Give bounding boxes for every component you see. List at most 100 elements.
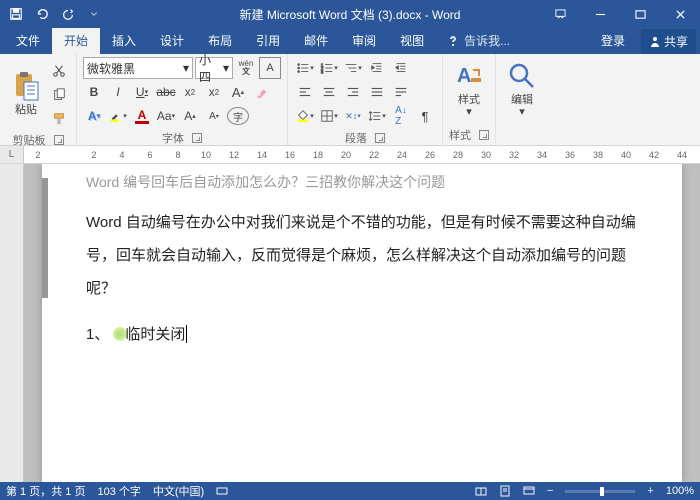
share-label: 共享	[664, 33, 688, 50]
sort-icon[interactable]: A↓Z	[390, 105, 412, 127]
svg-text:3: 3	[321, 69, 324, 74]
show-marks-icon[interactable]: ¶	[414, 105, 436, 127]
styles-label: 样式	[458, 94, 480, 106]
tab-review[interactable]: 审阅	[340, 27, 388, 54]
vertical-ruler[interactable]	[0, 164, 24, 482]
tab-design[interactable]: 设计	[148, 27, 196, 54]
redo-icon[interactable]	[56, 2, 80, 26]
save-icon[interactable]	[4, 2, 28, 26]
zoom-out-icon[interactable]: −	[547, 485, 553, 497]
tell-me[interactable]: 告诉我...	[436, 27, 522, 54]
multilevel-icon[interactable]: ▾	[342, 57, 364, 79]
tab-references[interactable]: 引用	[244, 27, 292, 54]
decrease-indent-icon[interactable]	[366, 57, 388, 79]
borders-icon[interactable]: ▾	[318, 105, 340, 127]
font-size-combo[interactable]: 小四▾	[195, 57, 233, 79]
close-icon[interactable]	[660, 0, 700, 28]
zoom-value[interactable]: 100%	[666, 485, 694, 497]
tab-insert[interactable]: 插入	[100, 27, 148, 54]
status-lang[interactable]: 中文(中国)	[153, 483, 204, 499]
line-spacing-icon[interactable]: ▾	[366, 105, 388, 127]
format-painter-icon[interactable]	[48, 108, 70, 130]
grow-font2-icon[interactable]: A▴	[179, 105, 201, 127]
ribbon-tabs: 文件 开始 插入 设计 布局 引用 邮件 审阅 视图 告诉我... 登录 共享	[0, 28, 700, 54]
tab-layout[interactable]: 布局	[196, 27, 244, 54]
editing-button[interactable]: 编辑▾	[502, 56, 542, 122]
tab-home[interactable]: 开始	[52, 27, 100, 54]
ruler-ticks: 2246810121416182022242628303234363840424…	[24, 146, 700, 163]
grow-font-icon[interactable]: A▴	[227, 81, 249, 103]
page[interactable]: Word 编号回车后自动添加怎么办？三招教你解决这个问题 Word 自动编号在办…	[42, 164, 682, 482]
group-font: 微软雅黑▾ 小四▾ wén文 A B I U▾ abc x2 x2 A▴ A▾ …	[77, 54, 288, 145]
font-color-icon[interactable]: A	[131, 105, 153, 127]
font-name-combo[interactable]: 微软雅黑▾	[83, 57, 193, 79]
styles-button[interactable]: A 样式▾	[449, 56, 489, 122]
subscript-button[interactable]: x2	[179, 81, 201, 103]
paste-label: 粘贴	[15, 104, 37, 116]
status-input-icon[interactable]	[216, 485, 228, 497]
shrink-font-icon[interactable]: A▾	[203, 105, 225, 127]
tab-view[interactable]: 视图	[388, 27, 436, 54]
ruler-corner[interactable]: L	[0, 146, 24, 163]
increase-indent-icon[interactable]	[390, 57, 412, 79]
status-words[interactable]: 103 个字	[97, 483, 140, 499]
view-web-icon[interactable]	[523, 485, 535, 497]
asian-layout-icon[interactable]: ✕↕▾	[342, 105, 364, 127]
share-button[interactable]: 共享	[641, 29, 696, 54]
svg-text:A: A	[457, 65, 471, 87]
paste-icon	[10, 70, 42, 102]
undo-icon[interactable]	[30, 2, 54, 26]
highlight-icon[interactable]: ▾	[107, 105, 129, 127]
view-print-icon[interactable]	[499, 485, 511, 497]
ribbon-options-icon[interactable]	[540, 0, 580, 28]
char-shading-icon[interactable]: Aa▾	[155, 105, 177, 127]
minimize-icon[interactable]	[580, 0, 620, 28]
align-right-icon[interactable]	[342, 81, 364, 103]
group-editing-label	[502, 129, 542, 145]
underline-button[interactable]: U▾	[131, 81, 153, 103]
styles-dialog-icon[interactable]	[479, 130, 489, 140]
zoom-in-icon[interactable]: +	[647, 485, 653, 497]
quick-access-toolbar	[0, 2, 110, 26]
list-item[interactable]: 1、 临时关闭	[86, 323, 638, 344]
shading-icon[interactable]: ▾	[294, 105, 316, 127]
paragraph-dialog-icon[interactable]	[375, 133, 385, 143]
view-read-icon[interactable]	[475, 485, 487, 497]
page-scroll[interactable]: Word 编号回车后自动添加怎么办？三招教你解决这个问题 Word 自动编号在办…	[24, 164, 700, 482]
body-paragraph[interactable]: Word 自动编号在办公中对我们来说是个不错的功能，但是有时候不需要这种自动编号…	[86, 206, 638, 305]
status-page[interactable]: 第 1 页，共 1 页	[6, 483, 85, 499]
zoom-slider[interactable]	[565, 490, 635, 493]
clear-format-icon[interactable]	[251, 81, 273, 103]
superscript-button[interactable]: x2	[203, 81, 225, 103]
distribute-icon[interactable]	[390, 81, 412, 103]
styles-icon: A	[453, 60, 485, 92]
qat-more-icon[interactable]	[82, 2, 106, 26]
login-button[interactable]: 登录	[589, 27, 637, 54]
numbering-icon[interactable]: 123▾	[318, 57, 340, 79]
align-left-icon[interactable]	[294, 81, 316, 103]
find-icon	[506, 60, 538, 92]
clipboard-dialog-icon[interactable]	[54, 135, 64, 145]
bold-button[interactable]: B	[83, 81, 105, 103]
tab-mailings[interactable]: 邮件	[292, 27, 340, 54]
copy-icon[interactable]	[48, 84, 70, 106]
tell-me-label: 告诉我...	[464, 32, 510, 49]
paste-button[interactable]: 粘贴	[6, 56, 46, 130]
tab-file[interactable]: 文件	[4, 27, 52, 54]
maximize-icon[interactable]	[620, 0, 660, 28]
font-name-value: 微软雅黑	[87, 60, 135, 77]
align-center-icon[interactable]	[318, 81, 340, 103]
strike-button[interactable]: abc	[155, 81, 177, 103]
italic-button[interactable]: I	[107, 81, 129, 103]
align-justify-icon[interactable]	[366, 81, 388, 103]
text-effects-icon[interactable]: A▾	[83, 105, 105, 127]
horizontal-ruler[interactable]: L 22468101214161820222426283032343638404…	[0, 146, 700, 164]
char-border-icon[interactable]: A	[259, 57, 281, 79]
phonetic-guide-icon[interactable]: wén文	[235, 57, 257, 79]
list-number: 1、	[86, 323, 109, 344]
group-paragraph-label: 段落	[345, 130, 367, 146]
enclose-char-icon[interactable]: 字	[227, 107, 249, 125]
cut-icon[interactable]	[48, 60, 70, 82]
bullets-icon[interactable]: ▾	[294, 57, 316, 79]
font-dialog-icon[interactable]	[192, 133, 202, 143]
